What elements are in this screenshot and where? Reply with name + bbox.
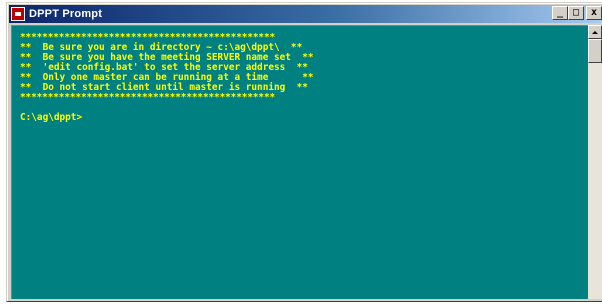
maximize-button[interactable]: □ bbox=[568, 6, 584, 20]
window-title: DPPT Prompt bbox=[29, 8, 103, 20]
console-output[interactable]: ****************************************… bbox=[11, 25, 589, 299]
banner-border-bottom: ****************************************… bbox=[20, 92, 276, 103]
console-window: DPPT Prompt _ □ x **********************… bbox=[6, 2, 602, 302]
window-controls: _ □ x bbox=[552, 6, 602, 20]
close-button[interactable]: x bbox=[586, 6, 602, 20]
app-icon[interactable] bbox=[11, 7, 25, 21]
minimize-button[interactable]: _ bbox=[552, 6, 568, 20]
command-prompt[interactable]: C:\ag\dppt> bbox=[20, 113, 589, 123]
arrow-up-icon bbox=[592, 30, 598, 34]
vertical-scrollbar[interactable] bbox=[588, 25, 602, 299]
title-bar[interactable]: DPPT Prompt _ □ x bbox=[9, 5, 602, 23]
scroll-thumb[interactable] bbox=[588, 39, 602, 63]
scroll-up-button[interactable] bbox=[588, 25, 602, 39]
